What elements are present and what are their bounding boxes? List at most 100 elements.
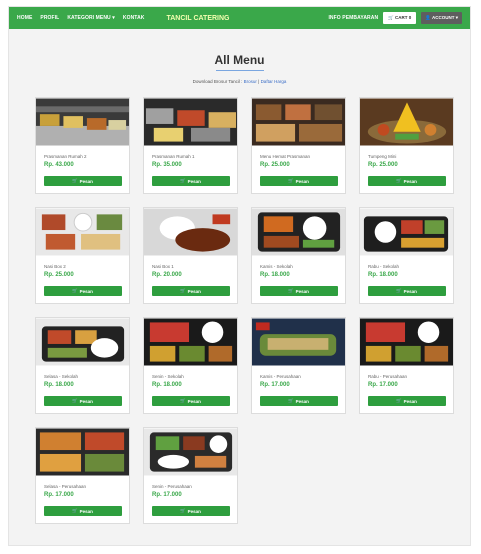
menu-price: Rp. 20.000 [152, 272, 182, 278]
nav-profil[interactable]: PROFIL [40, 15, 59, 21]
cart-button[interactable]: 🛒 CART 0 [383, 12, 417, 24]
cart-icon: 🛒 [396, 178, 402, 183]
menu-name: Prasmanan Rumah 1 [152, 154, 195, 159]
menu-name: Tumpeng Mini [368, 154, 397, 159]
daftar-harga-link[interactable]: Daftar Harga [261, 79, 287, 84]
pesan-button[interactable]: 🛒 Pesan [151, 506, 230, 516]
cart-icon: 🛒 [180, 288, 186, 293]
pesan-label: Pesan [79, 178, 93, 184]
pesan-button[interactable]: 🛒 Pesan [367, 176, 446, 186]
menu-card: Tumpeng Mini Rp. 25.000 🛒 Pesan [359, 97, 454, 194]
food-image [360, 98, 453, 146]
menu-card: Kamis - Sekolah Rp. 18.000 🛒 Pesan [251, 207, 346, 304]
nav-kontak[interactable]: KONTAK [123, 15, 145, 21]
pesan-label: Pesan [187, 178, 201, 184]
menu-card: Kamis - Perusahaan Rp. 17.000 🛒 Pesan [251, 317, 346, 414]
account-dropdown[interactable]: 👤 ACCOUNT ▾ [421, 12, 462, 24]
menu-price: Rp. 17.000 [368, 382, 398, 388]
cart-icon: 🛒 [396, 398, 402, 403]
menu-price: Rp. 25.000 [260, 162, 290, 168]
pesan-button[interactable]: 🛒 Pesan [259, 176, 338, 186]
pesan-label: Pesan [187, 508, 201, 514]
menu-name: Senin - Sekolah [152, 374, 184, 379]
pesan-label: Pesan [295, 398, 309, 404]
cart-icon: 🛒 [72, 288, 78, 293]
cart-icon: 🛒 [72, 398, 78, 403]
pesan-button[interactable]: 🛒 Pesan [367, 396, 446, 406]
top-navbar: HOME PROFIL KATEGORI MENU ▾ KONTAK TANCI… [9, 7, 470, 29]
menu-name: Kamis - Perusahaan [260, 374, 301, 379]
cart-icon: 🛒 [180, 398, 186, 403]
pesan-button[interactable]: 🛒 Pesan [43, 176, 122, 186]
menu-name: Prasmanan Rumah 2 [44, 154, 87, 159]
pesan-label: Pesan [403, 288, 417, 294]
cart-icon: 🛒 [288, 398, 294, 403]
nav-home[interactable]: HOME [17, 15, 32, 21]
pesan-button[interactable]: 🛒 Pesan [367, 286, 446, 296]
cart-icon: 🛒 [396, 288, 402, 293]
menu-name: Selasa - Sekolah [44, 374, 79, 379]
pesan-button[interactable]: 🛒 Pesan [43, 506, 122, 516]
brosur-link[interactable]: Brosur [244, 79, 257, 84]
pesan-label: Pesan [79, 288, 93, 294]
menu-price: Rp. 25.000 [368, 162, 398, 168]
pesan-button[interactable]: 🛒 Pesan [43, 286, 122, 296]
pesan-label: Pesan [79, 508, 93, 514]
cart-icon: 🛒 [72, 508, 78, 513]
menu-card: Prasmanan Rumah 1 Rp. 35.000 🛒 Pesan [143, 97, 238, 194]
cart-icon: 🛒 [180, 178, 186, 183]
menu-price: Rp. 18.000 [260, 272, 290, 278]
food-image [36, 318, 129, 366]
title-underline [215, 70, 264, 71]
menu-card: Nasi Box 1 Rp. 20.000 🛒 Pesan [143, 207, 238, 304]
food-image [36, 208, 129, 256]
cart-icon: 🛒 [288, 288, 294, 293]
pesan-button[interactable]: 🛒 Pesan [151, 176, 230, 186]
menu-card: Nasi Box 2 Rp. 25.000 🛒 Pesan [35, 207, 130, 304]
menu-price: Rp. 18.000 [152, 382, 182, 388]
pesan-button[interactable]: 🛒 Pesan [259, 286, 338, 296]
menu-price: Rp. 25.000 [44, 272, 74, 278]
menu-price: Rp. 17.000 [44, 492, 74, 498]
menu-price: Rp. 17.000 [260, 382, 290, 388]
menu-card: Selasa - Perusahaan Rp. 17.000 🛒 Pesan [35, 427, 130, 524]
menu-price: Rp. 17.000 [152, 492, 182, 498]
cart-icon: 🛒 [72, 178, 78, 183]
nav-kategori-menu[interactable]: KATEGORI MENU ▾ [67, 15, 115, 21]
menu-card: Senin - Sekolah Rp. 18.000 🛒 Pesan [143, 317, 238, 414]
food-image [144, 98, 237, 146]
food-image [252, 208, 345, 256]
pesan-label: Pesan [187, 288, 201, 294]
menu-card: Senin - Perusahaan Rp. 17.000 🛒 Pesan [143, 427, 238, 524]
food-image [144, 318, 237, 366]
download-line: Download Brosur Tancil : Brosur | Daftar… [9, 79, 470, 84]
brand-logo[interactable]: TANCIL CATERING [167, 15, 230, 22]
menu-price: Rp. 18.000 [368, 272, 398, 278]
menu-name: Nasi Box 1 [152, 264, 174, 269]
food-image [144, 208, 237, 256]
pesan-button[interactable]: 🛒 Pesan [43, 396, 122, 406]
food-image [252, 318, 345, 366]
pesan-button[interactable]: 🛒 Pesan [259, 396, 338, 406]
menu-name: Kamis - Sekolah [260, 264, 293, 269]
nav-info-pembayaran[interactable]: INFO PEMBAYARAN [328, 15, 378, 21]
menu-name: Rabu - Sekolah [368, 264, 400, 269]
menu-price: Rp. 35.000 [152, 162, 182, 168]
pesan-label: Pesan [187, 398, 201, 404]
menu-card: Menu Hemat Prasmanan Rp. 25.000 🛒 Pesan [251, 97, 346, 194]
page-frame: HOME PROFIL KATEGORI MENU ▾ KONTAK TANCI… [8, 6, 471, 546]
pesan-label: Pesan [79, 398, 93, 404]
pesan-button[interactable]: 🛒 Pesan [151, 396, 230, 406]
food-image [360, 208, 453, 256]
food-image [144, 428, 237, 476]
pesan-label: Pesan [403, 178, 417, 184]
menu-grid: Prasmanan Rumah 2 Rp. 43.000 🛒 Pesan Prasma… [35, 97, 455, 524]
download-text: Download Brosur Tancil : [192, 79, 244, 84]
pesan-label: Pesan [295, 288, 309, 294]
menu-name: Nasi Box 2 [44, 264, 66, 269]
menu-name: Menu Hemat Prasmanan [260, 154, 311, 159]
food-image [360, 318, 453, 366]
pesan-button[interactable]: 🛒 Pesan [151, 286, 230, 296]
page-title: All Menu [214, 53, 265, 67]
cart-icon: 🛒 [288, 178, 294, 183]
